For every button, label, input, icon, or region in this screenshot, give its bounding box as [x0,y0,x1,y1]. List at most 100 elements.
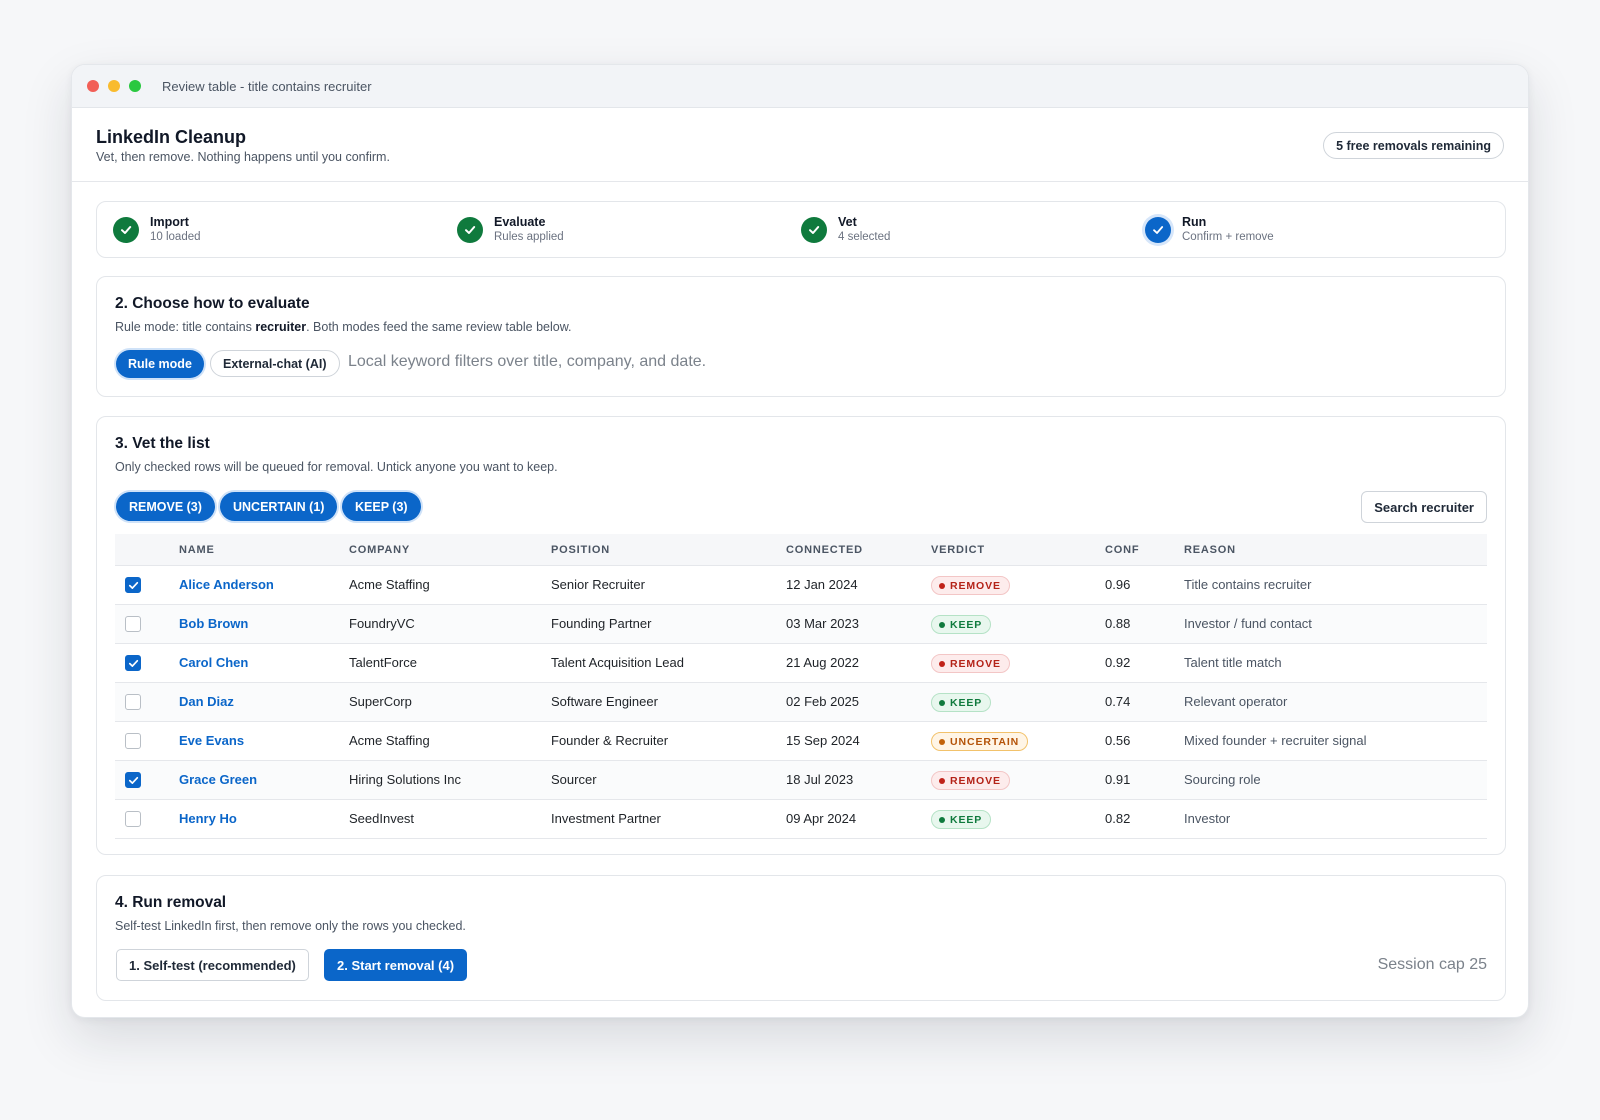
column-header-position[interactable]: POSITION [551,534,610,566]
verdict-label: REMOVE [950,579,1001,592]
reason-cell: Investor [1184,811,1231,826]
review-table: NAME COMPANY POSITION CONNECTED VERDICT … [115,534,1487,839]
confidence-cell: 0.82 [1105,811,1131,826]
step-label: Run [1182,214,1207,229]
contact-name-link[interactable]: Eve Evans [179,722,244,760]
company-cell: TalentForce [349,655,417,670]
position-cell: Senior Recruiter [551,577,645,592]
filter-keep[interactable]: KEEP (3) [342,492,421,521]
step-desc: Confirm + remove [1182,230,1274,243]
column-header-name[interactable]: NAME [179,534,215,566]
check-icon [128,581,139,589]
close-window-button[interactable] [87,80,99,92]
connected-date-cell: 02 Feb 2025 [786,694,860,709]
check-icon [801,216,827,243]
row-checkbox[interactable] [125,772,141,788]
minimize-window-button[interactable] [108,80,120,92]
contact-name-link[interactable]: Dan Diaz [179,683,234,721]
column-header-conf[interactable]: CONF [1105,534,1139,566]
table-row[interactable]: Grace Green Hiring Solutions Inc Sourcer 18… [115,761,1487,800]
maximize-window-button[interactable] [129,80,141,92]
row-checkbox[interactable] [125,694,141,710]
table-row[interactable]: Alice Anderson Acme Staffing Senior Recrui… [115,566,1487,605]
company-cell: Acme Staffing [349,733,430,748]
step-desc: 10 loaded [150,230,201,243]
reason-cell: Investor / fund contact [1184,616,1312,631]
column-header-company[interactable]: COMPANY [349,534,410,566]
status-dot-icon [939,738,945,745]
verdict-label: UNCERTAIN [950,735,1020,748]
status-dot-icon [939,660,945,667]
step-label: Import [150,214,189,229]
filter-uncertain[interactable]: UNCERTAIN (1) [220,492,338,521]
connected-date-cell: 09 Apr 2024 [786,811,857,826]
position-cell: Founding Partner [551,616,652,631]
section-desc: Only checked rows will be queued for rem… [115,460,558,474]
table-row[interactable]: Carol Chen TalentForce Talent Acquisition … [115,644,1487,683]
evaluate-card: 2. Choose how to evaluate Rule mode: tit… [96,276,1506,397]
keyword: recruiter [255,320,307,334]
search-recruiter-button[interactable]: Search recruiter [1361,491,1487,523]
check-icon [457,216,483,243]
row-checkbox[interactable] [125,733,141,749]
position-cell: Software Engineer [551,694,658,709]
verdict-badge: REMOVE [931,654,1010,673]
table-row[interactable]: Henry Ho SeedInvest Investment Partner 09 A… [115,800,1487,839]
run-card: 4. Run removal Self-test LinkedIn first,… [96,875,1506,1001]
start-removal-button[interactable]: 2. Start removal (4) [324,949,468,981]
filter-remove[interactable]: REMOVE (3) [116,492,215,521]
position-cell: Founder & Recruiter [551,733,669,748]
check-icon [1145,216,1171,243]
progress-stepper: Import 10 loaded Evaluate Rules applied Ve… [96,201,1506,258]
section-title: 2. Choose how to evaluate [115,295,310,312]
external-chat-button[interactable]: External-chat (AI) [210,350,340,377]
verdict-label: KEEP [950,618,983,631]
company-cell: Acme Staffing [349,577,430,592]
reason-cell: Relevant operator [1184,694,1288,709]
contact-name-link[interactable]: Henry Ho [179,800,237,838]
reason-cell: Talent title match [1184,655,1282,670]
row-checkbox[interactable] [125,655,141,671]
column-header-connected[interactable]: CONNECTED [786,534,863,566]
mode-hint: Local keyword filters over title, compan… [348,353,707,370]
step-desc: 4 selected [838,230,891,243]
verdict-badge: REMOVE [931,771,1010,790]
row-checkbox[interactable] [125,577,141,593]
removals-remaining-badge: 5 free removals remaining [1323,132,1504,159]
verdict-label: REMOVE [950,774,1001,787]
connected-date-cell: 15 Sep 2024 [786,733,860,748]
step-run: Run Confirm + remove [1129,202,1473,257]
column-header-verdict[interactable]: VERDICT [931,534,985,566]
row-checkbox[interactable] [125,616,141,632]
self-test-button[interactable]: 1. Self-test (recommended) [116,949,309,981]
step-evaluate: Evaluate Rules applied [441,202,785,257]
check-icon [113,216,139,243]
rule-mode-button[interactable]: Rule mode [116,350,204,378]
verdict-label: KEEP [950,696,983,709]
contact-name-link[interactable]: Bob Brown [179,605,248,643]
status-dot-icon [939,777,945,784]
reason-cell: Mixed founder + recruiter signal [1184,733,1367,748]
session-cap-label: Session cap 25 [1377,956,1487,973]
column-header-reason[interactable]: REASON [1184,534,1236,566]
confidence-cell: 0.88 [1105,616,1131,631]
row-checkbox[interactable] [125,811,141,827]
contact-name-link[interactable]: Grace Green [179,761,257,799]
company-cell: SuperCorp [349,694,412,709]
table-row[interactable]: Bob Brown FoundryVC Founding Partner 03 Mar… [115,605,1487,644]
table-row[interactable]: Eve Evans Acme Staffing Founder & Recruite… [115,722,1487,761]
status-dot-icon [939,699,945,706]
step-desc: Rules applied [494,230,564,243]
verdict-badge: KEEP [931,615,992,634]
contact-name-link[interactable]: Alice Anderson [179,566,274,604]
verdict-label: KEEP [950,813,983,826]
connected-date-cell: 21 Aug 2022 [786,655,860,670]
table-header: NAME COMPANY POSITION CONNECTED VERDICT … [115,534,1487,566]
section-desc: Rule mode: title contains recruiter. Bot… [115,320,572,334]
step-import: Import 10 loaded [97,202,441,257]
contact-name-link[interactable]: Carol Chen [179,644,248,682]
company-cell: FoundryVC [349,616,415,631]
table-row[interactable]: Dan Diaz SuperCorp Software Engineer 02 Feb… [115,683,1487,722]
connected-date-cell: 03 Mar 2023 [786,616,859,631]
step-label: Vet [838,214,857,229]
